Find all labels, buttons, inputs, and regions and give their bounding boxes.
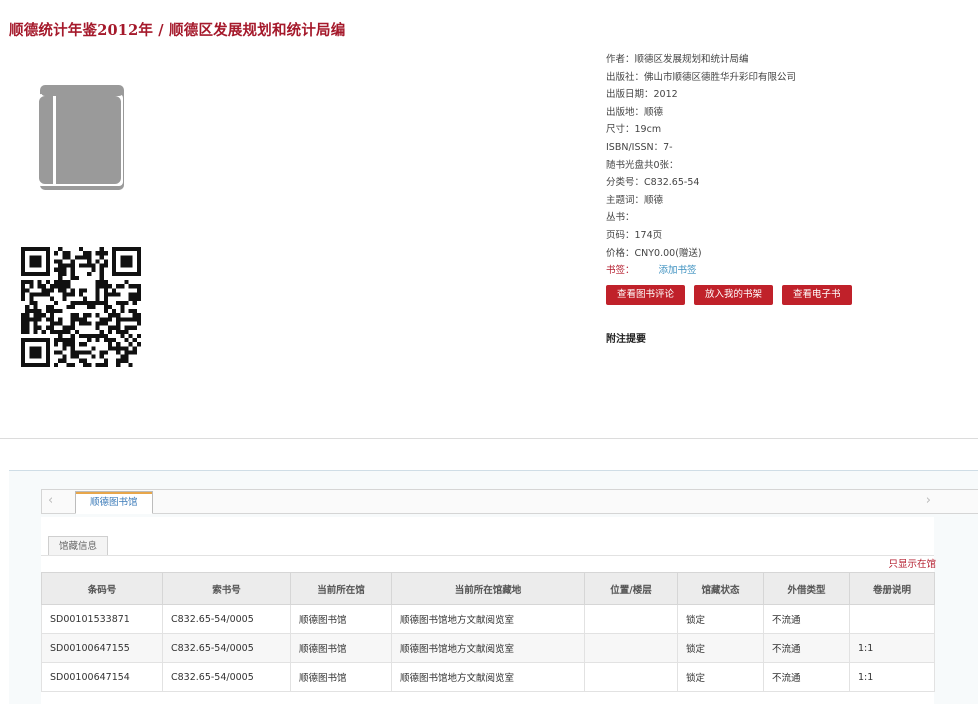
cell-location: 顺德图书馆地方文献阅览室 bbox=[391, 633, 585, 663]
book-metadata: 作者：顺德区发展规划和统计局编 出版社：佛山市顺德区德胜华升彩印有限公司 出版日… bbox=[606, 51, 966, 280]
table-row: SD00100647155 C832.65-54/0005 顺德图书馆 顺德图书… bbox=[41, 633, 935, 663]
meta-pub-date: 出版日期：2012 bbox=[606, 89, 678, 101]
only-show-available-link[interactable]: 只显示在馆 bbox=[888, 556, 936, 570]
chevron-right-icon[interactable]: › bbox=[926, 493, 931, 508]
view-reviews-button[interactable]: 查看图书评论 bbox=[606, 285, 686, 305]
cell-status: 锁定 bbox=[677, 633, 764, 663]
cell-floor bbox=[584, 662, 678, 692]
cell-volume-note: 1:1 bbox=[849, 633, 935, 663]
library-tabbar: ‹ 顺德图书馆 › bbox=[41, 489, 978, 514]
cell-barcode: SD00101533871 bbox=[41, 604, 163, 634]
cell-call-number: C832.65-54/0005 bbox=[162, 662, 291, 692]
holdings-table: 条码号 索书号 当前所在馆 当前所在馆藏地 位置/楼层 馆藏状态 外借类型 卷册… bbox=[41, 572, 935, 692]
cell-volume-note bbox=[849, 604, 935, 634]
meta-class-no: 分类号：C832.65-54 bbox=[606, 177, 700, 189]
cell-library: 顺德图书馆 bbox=[290, 633, 392, 663]
meta-size: 尺寸：19cm bbox=[606, 124, 662, 136]
meta-series: 丛书： bbox=[606, 212, 635, 224]
cell-barcode: SD00100647154 bbox=[41, 662, 163, 692]
meta-pub-place: 出版地：顺德 bbox=[606, 106, 664, 118]
cell-loan-type: 不流通 bbox=[763, 633, 850, 663]
meta-cd: 随书光盘共0张： bbox=[606, 159, 679, 171]
tab-holdings-info[interactable]: 馆藏信息 bbox=[48, 536, 109, 556]
cell-library: 顺德图书馆 bbox=[290, 662, 392, 692]
cell-floor bbox=[584, 604, 678, 634]
meta-pages: 页码：174页 bbox=[606, 229, 663, 241]
meta-isbn: ISBN/ISSN：7- bbox=[606, 141, 673, 153]
section-divider bbox=[0, 438, 978, 439]
meta-publisher: 出版社：佛山市顺德区德胜华升彩印有限公司 bbox=[606, 71, 797, 83]
col-library: 当前所在馆 bbox=[290, 572, 392, 605]
cell-status: 锁定 bbox=[677, 604, 764, 634]
page-title: 顺德统计年鉴2012年 / 顺德区发展规划和统计局编 bbox=[9, 22, 346, 39]
table-row: SD00100647154 C832.65-54/0005 顺德图书馆 顺德图书… bbox=[41, 662, 935, 692]
col-volume-note: 卷册说明 bbox=[849, 572, 935, 605]
subtab-divider bbox=[41, 555, 934, 556]
cell-location: 顺德图书馆地方文献阅览室 bbox=[391, 604, 585, 634]
meta-subject: 主题词：顺德 bbox=[606, 194, 664, 206]
table-row: SD00101533871 C832.65-54/0005 顺德图书馆 顺德图书… bbox=[41, 604, 935, 634]
action-buttons: 查看图书评论 放入我的书架 查看电子书 bbox=[606, 285, 852, 305]
col-location: 当前所在馆藏地 bbox=[391, 572, 585, 605]
cell-call-number: C832.65-54/0005 bbox=[162, 633, 291, 663]
meta-bookmark: 书签： 添加书签 bbox=[606, 265, 697, 277]
chevron-left-icon[interactable]: ‹ bbox=[48, 493, 53, 508]
add-to-shelf-button[interactable]: 放入我的书架 bbox=[694, 285, 774, 305]
meta-price: 价格：CNY0.00(赠送) bbox=[606, 247, 702, 259]
col-status: 馆藏状态 bbox=[677, 572, 764, 605]
meta-author: 作者：顺德区发展规划和统计局编 bbox=[606, 54, 749, 65]
abstract-heading: 附注提要 bbox=[606, 334, 646, 345]
cell-call-number: C832.65-54/0005 bbox=[162, 604, 291, 634]
book-cover-icon bbox=[37, 85, 124, 190]
col-loan-type: 外借类型 bbox=[763, 572, 850, 605]
cell-library: 顺德图书馆 bbox=[290, 604, 392, 634]
holdings-content: 馆藏信息 只显示在馆 条码号 索书号 当前所在馆 当前所在馆藏地 位置/楼层 馆… bbox=[41, 517, 936, 704]
cell-barcode: SD00100647155 bbox=[41, 633, 163, 663]
add-bookmark-link[interactable]: 添加书签 bbox=[659, 265, 697, 276]
col-barcode: 条码号 bbox=[41, 572, 163, 605]
holdings-panel: ‹ 顺德图书馆 › 馆藏信息 只显示在馆 条码号 索书号 当前所在馆 当前所在馆… bbox=[9, 470, 978, 704]
cell-location: 顺德图书馆地方文献阅览室 bbox=[391, 662, 585, 692]
cell-status: 锁定 bbox=[677, 662, 764, 692]
cell-floor bbox=[584, 633, 678, 663]
cell-loan-type: 不流通 bbox=[763, 662, 850, 692]
cell-loan-type: 不流通 bbox=[763, 604, 850, 634]
qr-code bbox=[21, 247, 141, 367]
tab-shunde-library[interactable]: 顺德图书馆 bbox=[75, 491, 153, 514]
cell-volume-note: 1:1 bbox=[849, 662, 935, 692]
view-ebook-button[interactable]: 查看电子书 bbox=[782, 285, 852, 305]
col-call-number: 索书号 bbox=[162, 572, 291, 605]
col-floor: 位置/楼层 bbox=[584, 572, 678, 605]
table-header-row: 条码号 索书号 当前所在馆 当前所在馆藏地 位置/楼层 馆藏状态 外借类型 卷册… bbox=[41, 572, 935, 605]
